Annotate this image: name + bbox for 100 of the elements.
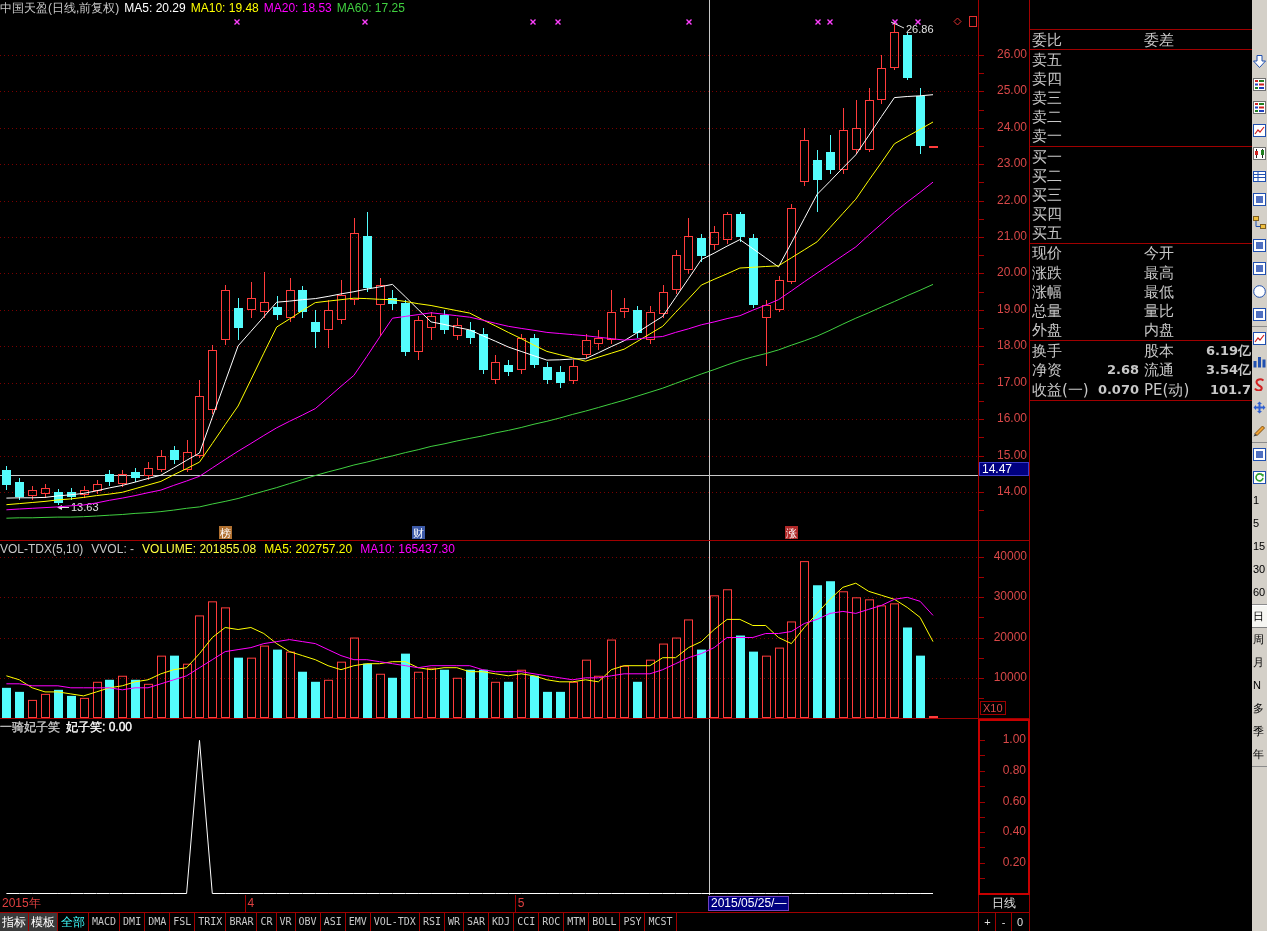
- rising-candle: [324, 299, 333, 349]
- line-chart-icon[interactable]: [1253, 124, 1266, 137]
- indicator-tab[interactable]: SAR: [464, 913, 490, 931]
- indicator-tab[interactable]: ROC: [539, 913, 565, 931]
- rising-candle: [839, 107, 848, 175]
- circle-icon[interactable]: [1253, 285, 1266, 298]
- rising-candle: [646, 305, 655, 345]
- legend-label: 中国天盈(日线,前复权): [0, 1, 120, 16]
- rising-candle: [517, 333, 526, 375]
- legend-label: VVOL: -: [91, 542, 135, 557]
- indicator-tab[interactable]: CCI: [514, 913, 540, 931]
- framed-tile-icon[interactable]: [1253, 239, 1266, 252]
- period-button[interactable]: 15: [1252, 535, 1267, 558]
- period-button[interactable]: 1: [1252, 489, 1267, 512]
- menu-button[interactable]: 模板: [29, 913, 58, 931]
- falling-candle: [131, 467, 140, 483]
- grid-icon[interactable]: [1253, 101, 1266, 114]
- quote-label: 涨幅: [1032, 282, 1062, 301]
- indicator-tab[interactable]: 全部: [58, 913, 89, 931]
- framed-tile-icon[interactable]: [1253, 448, 1266, 461]
- square-icon[interactable]: [969, 16, 977, 27]
- tree-icon[interactable]: [1253, 216, 1266, 229]
- cross-mark-icon: [529, 18, 537, 26]
- rising-candle: [620, 297, 629, 319]
- falling-candle: [479, 327, 488, 375]
- rising-candle: [877, 54, 886, 105]
- curve-icon[interactable]: [1253, 378, 1266, 391]
- rising-candle: [221, 284, 230, 346]
- axis-label: 26.00: [996, 47, 1027, 61]
- framed-tile-icon[interactable]: [1253, 193, 1266, 206]
- falling-candle: [298, 285, 307, 319]
- quote-label: 量比: [1144, 302, 1174, 321]
- line-chart-icon[interactable]: [1253, 332, 1266, 345]
- quote-label: 委比: [1032, 30, 1062, 49]
- leader-arrow: [57, 505, 70, 510]
- rising-candle: [672, 249, 681, 295]
- quote-label: 总量: [1032, 302, 1062, 321]
- period-button[interactable]: 多: [1252, 697, 1267, 720]
- quote-label: 外盘: [1032, 321, 1062, 340]
- framed-tile-icon[interactable]: [1253, 308, 1266, 321]
- cross-mark-icon: [914, 18, 922, 26]
- quote-label: 涨跌: [1032, 263, 1062, 282]
- period-button[interactable]: 60: [1252, 581, 1267, 604]
- rising-candle: [28, 485, 37, 501]
- axis-label: 17.00: [996, 375, 1027, 389]
- table-icon[interactable]: [1253, 170, 1266, 183]
- rising-candle: [208, 344, 217, 415]
- rising-candle: [607, 289, 616, 345]
- period-button[interactable]: 日: [1252, 605, 1267, 628]
- date-axis-label: 5: [517, 897, 525, 910]
- falling-candle: [54, 488, 63, 506]
- indicator-tab[interactable]: MCST: [645, 913, 677, 931]
- axis-label: 23.00: [996, 157, 1027, 171]
- arrow-down-icon[interactable]: [1253, 55, 1266, 68]
- indicator-tab[interactable]: TRIX: [195, 913, 227, 931]
- rising-candle: [144, 461, 153, 481]
- indicator-tab[interactable]: DMI: [120, 913, 146, 931]
- falling-candle: [234, 297, 243, 341]
- rising-candle: [775, 275, 784, 313]
- move-icon[interactable]: [1253, 401, 1266, 414]
- rising-candle: [286, 277, 295, 323]
- refresh-icon[interactable]: [1253, 471, 1266, 484]
- period-button[interactable]: N: [1252, 674, 1267, 697]
- pencil-icon[interactable]: [1253, 424, 1266, 437]
- indicator-tab[interactable]: DMA: [145, 913, 171, 931]
- leader-line: [890, 21, 905, 29]
- quote-label: 买四: [1032, 205, 1062, 224]
- menu-button[interactable]: 指标: [0, 913, 29, 931]
- quote-label: 净资: [1032, 361, 1062, 380]
- event-tag[interactable]: 榜: [219, 526, 232, 540]
- legend-label: MA5: 20.29: [124, 1, 186, 16]
- crosshair-price-label: 14.47: [979, 462, 1029, 477]
- axis-label: 25.00: [996, 84, 1027, 98]
- period-button[interactable]: 30: [1252, 558, 1267, 581]
- legend-label: VOLUME: 201855.08: [142, 542, 257, 557]
- quote-value: 0.070: [1097, 380, 1139, 399]
- event-tag[interactable]: 涨: [785, 526, 798, 540]
- rising-candle: [929, 145, 938, 149]
- period-button[interactable]: 5: [1252, 512, 1267, 535]
- indicator-tab[interactable]: MACD: [89, 913, 121, 931]
- candlestick-icon[interactable]: [1253, 147, 1266, 160]
- quote-label: 卖一: [1032, 127, 1062, 146]
- period-button[interactable]: 周: [1252, 628, 1267, 651]
- rising-candle: [453, 317, 462, 341]
- framed-tile-icon[interactable]: [1253, 262, 1266, 275]
- bar-chart-icon[interactable]: [1253, 355, 1266, 368]
- event-tag[interactable]: 财: [412, 526, 425, 540]
- cross-mark-icon: [826, 18, 834, 26]
- falling-candle: [15, 477, 24, 501]
- falling-candle: [170, 445, 179, 465]
- indicator-tab[interactable]: KDJ: [489, 913, 515, 931]
- grid-icon[interactable]: [1253, 78, 1266, 91]
- period-label: 日线: [992, 895, 1016, 912]
- period-button[interactable]: 月: [1252, 651, 1267, 674]
- rising-candle: [183, 439, 192, 473]
- period-button[interactable]: 年: [1252, 743, 1267, 766]
- rising-candle: [93, 479, 102, 495]
- indicator-tab[interactable]: MTM: [564, 913, 590, 931]
- period-button[interactable]: 季: [1252, 720, 1267, 743]
- falling-candle: [916, 87, 925, 155]
